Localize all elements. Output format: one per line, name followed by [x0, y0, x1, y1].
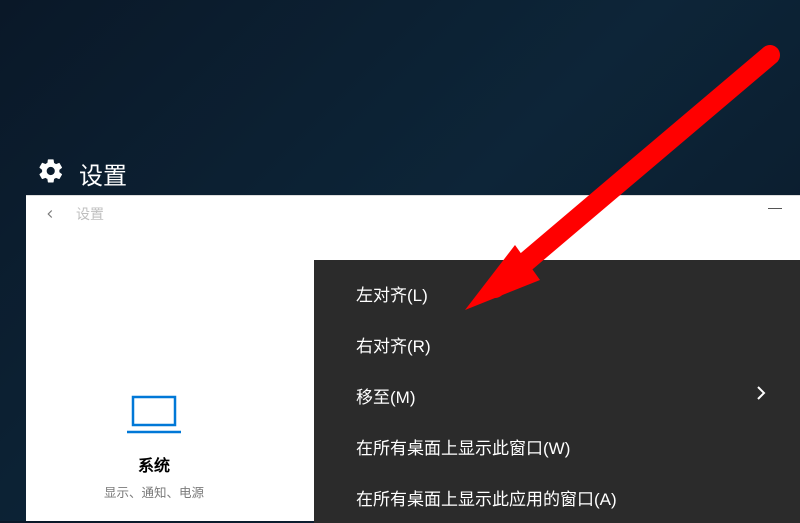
ctx-item-label: 在所有桌面上显示此应用的窗口(A)	[356, 485, 617, 510]
tile-desc: 显示、通知、电源	[104, 486, 204, 501]
tile-system[interactable]: 系统 显示、通知、电源	[84, 388, 224, 501]
laptop-icon	[125, 388, 183, 442]
overlay-title-text: 设置	[79, 156, 127, 191]
ctx-item-move-to[interactable]: 移至(M)	[314, 370, 800, 421]
chevron-right-icon	[756, 385, 766, 406]
tile-name: 系统	[138, 452, 170, 476]
ctx-item-label: 移至(M)	[356, 383, 415, 408]
context-menu: 左对齐(L) 右对齐(R) 移至(M) 在所有桌面上显示此窗口(W) 在所有桌面…	[314, 260, 800, 523]
ctx-item-snap-right[interactable]: 右对齐(R)	[314, 319, 800, 370]
ctx-item-label: 在所有桌面上显示此窗口(W)	[356, 434, 570, 459]
overlay-title: 设置	[37, 156, 127, 191]
window-titlebar: 设置	[26, 196, 800, 232]
gear-icon	[37, 157, 65, 190]
ctx-item-label: 左对齐(L)	[356, 281, 428, 306]
ctx-item-snap-left[interactable]: 左对齐(L)	[314, 268, 800, 319]
back-button[interactable]	[32, 196, 68, 232]
minimize-icon[interactable]	[768, 208, 782, 209]
ctx-item-label: 右对齐(R)	[356, 332, 431, 357]
ctx-item-show-window-all-desktops[interactable]: 在所有桌面上显示此窗口(W)	[314, 421, 800, 472]
window-title: 设置	[76, 204, 104, 224]
ctx-item-show-app-all-desktops[interactable]: 在所有桌面上显示此应用的窗口(A)	[314, 472, 800, 523]
